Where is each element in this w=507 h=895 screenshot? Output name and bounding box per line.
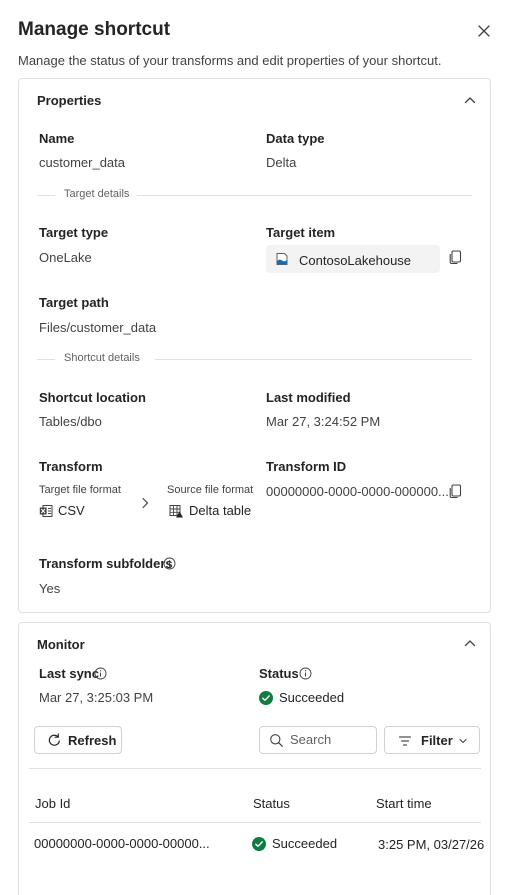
transform-subfolders-label: Transform subfolders xyxy=(39,556,173,571)
target-type-label: Target type xyxy=(39,225,109,240)
monitor-title: Monitor xyxy=(37,637,85,652)
last-modified-value: Mar 27, 3:24:52 PM xyxy=(266,414,381,429)
last-modified-label: Last modified xyxy=(266,390,351,405)
properties-title: Properties xyxy=(37,93,102,108)
start-time-cell: 3:25 PM, 03/27/26 xyxy=(378,837,485,852)
data-type-value: Delta xyxy=(266,155,297,170)
info-icon[interactable] xyxy=(299,667,312,680)
last-sync-label: Last sync xyxy=(39,666,99,681)
shortcut-details-divider: Shortcut details xyxy=(37,352,472,366)
copy-icon xyxy=(449,484,462,499)
job-id-cell: 00000000-0000-0000-00000... xyxy=(34,836,210,851)
target-file-format-label: Target file format xyxy=(39,484,121,496)
excel-csv-icon xyxy=(39,505,53,517)
shortcut-location-value: Tables/dbo xyxy=(39,414,102,429)
filter-label: Filter xyxy=(421,733,453,748)
shortcut-details-divider-label: Shortcut details xyxy=(64,352,148,364)
filter-button[interactable]: Filter xyxy=(384,726,480,754)
transform-id-label: Transform ID xyxy=(266,459,347,474)
data-type-label: Data type xyxy=(266,131,325,146)
target-path-label: Target path xyxy=(39,295,109,310)
properties-card: Properties Name customer_data Data type … xyxy=(18,78,491,613)
table-top-divider xyxy=(29,768,481,769)
monitor-status-text: Succeeded xyxy=(279,690,345,705)
copy-target-item-button[interactable] xyxy=(447,249,463,265)
search-icon xyxy=(270,734,283,747)
column-header-status[interactable]: Status xyxy=(253,796,290,811)
refresh-button[interactable]: Refresh xyxy=(34,726,122,754)
close-icon xyxy=(478,25,490,37)
target-item-label: Target item xyxy=(266,225,336,240)
transform-subfolders-value: Yes xyxy=(39,581,61,596)
info-icon[interactable] xyxy=(94,667,107,680)
target-item-value: ContosoLakehouse xyxy=(299,253,412,268)
monitor-status-label: Status xyxy=(259,666,299,681)
monitor-status-value: Succeeded xyxy=(259,690,344,705)
transform-id-value: 00000000-0000-0000-000000... xyxy=(266,484,449,499)
shortcut-location-label: Shortcut location xyxy=(39,390,146,405)
refresh-label: Refresh xyxy=(68,733,117,748)
search-box[interactable] xyxy=(259,726,377,754)
copy-transform-id-button[interactable] xyxy=(447,483,463,499)
monitor-card: Monitor Last sync Mar 27, 3:25:03 PM Sta… xyxy=(18,622,491,895)
target-details-divider: Target details xyxy=(37,188,472,202)
column-header-job-id[interactable]: Job Id xyxy=(35,796,70,811)
search-input[interactable] xyxy=(290,732,370,747)
name-label: Name xyxy=(39,131,75,146)
chevron-up-icon xyxy=(464,640,476,647)
chevron-up-icon xyxy=(464,97,476,104)
status-cell-text: Succeeded xyxy=(272,836,338,851)
transform-label: Transform xyxy=(39,459,103,474)
column-header-start-time[interactable]: Start time xyxy=(376,796,432,811)
filter-icon xyxy=(398,736,412,746)
success-check-icon xyxy=(252,837,266,851)
chevron-down-icon xyxy=(459,738,467,744)
collapse-monitor-button[interactable] xyxy=(463,636,477,650)
last-sync-value: Mar 27, 3:25:03 PM xyxy=(39,690,154,705)
target-type-value: OneLake xyxy=(39,250,92,265)
target-file-format-value: CSV xyxy=(58,503,85,518)
target-details-divider-label: Target details xyxy=(64,188,138,200)
table-header-divider xyxy=(29,822,481,823)
info-icon[interactable] xyxy=(163,557,176,570)
target-item-chip[interactable]: ContosoLakehouse xyxy=(266,245,440,273)
panel-subtitle: Manage the status of your transforms and… xyxy=(18,53,442,68)
lakehouse-icon xyxy=(276,253,288,265)
target-path-value: Files/customer_data xyxy=(39,320,157,335)
chevron-right-icon xyxy=(142,497,149,509)
source-file-format-value: Delta table xyxy=(189,503,252,518)
name-value: customer_data xyxy=(39,155,125,170)
status-cell: Succeeded xyxy=(252,836,337,851)
panel-title: Manage shortcut xyxy=(18,19,171,40)
success-check-icon xyxy=(259,691,273,705)
collapse-properties-button[interactable] xyxy=(463,93,477,107)
source-file-format-label: Source file format xyxy=(167,484,254,496)
close-button[interactable] xyxy=(474,21,494,41)
refresh-icon xyxy=(48,733,60,746)
copy-icon xyxy=(449,250,462,265)
delta-table-icon xyxy=(169,505,183,518)
